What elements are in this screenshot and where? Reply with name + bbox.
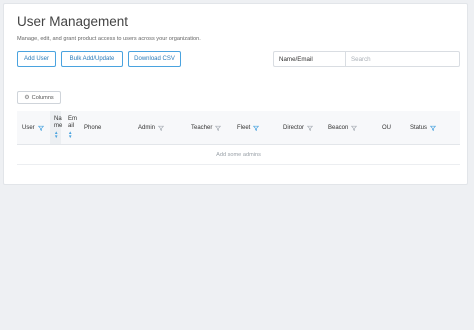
column-header-user-label: User bbox=[22, 124, 35, 131]
filter-icon[interactable] bbox=[158, 125, 165, 131]
bulk-add-update-button[interactable]: Bulk Add/Update bbox=[61, 51, 123, 67]
sort-icon[interactable]: ▲ ▼ bbox=[54, 130, 58, 140]
page-title: User Management bbox=[17, 14, 129, 29]
column-header-name[interactable]: Na me ▲ ▼ bbox=[54, 111, 62, 144]
column-header-beacon[interactable]: Beacon bbox=[328, 111, 358, 144]
table-header-row: User Na me ▲ ▼ Em ail ▲ ▼ Phone Admin Te… bbox=[17, 111, 460, 145]
filter-icon[interactable] bbox=[430, 125, 437, 131]
column-header-admin[interactable]: Admin bbox=[138, 111, 165, 144]
column-header-fleet-label: Fleet bbox=[237, 124, 251, 131]
search-field-select[interactable]: Name/Email bbox=[273, 51, 345, 67]
filter-icon[interactable] bbox=[307, 125, 314, 131]
column-header-status-label: Status bbox=[410, 124, 428, 131]
column-header-email-line2: ail bbox=[68, 122, 75, 129]
column-header-name-line2: me bbox=[54, 122, 63, 129]
columns-button[interactable]: ⚙ Columns bbox=[17, 91, 61, 104]
download-csv-button[interactable]: Download CSV bbox=[128, 51, 181, 67]
add-user-button[interactable]: Add User bbox=[17, 51, 56, 67]
column-header-email-line1: Em bbox=[68, 115, 77, 122]
column-header-teacher[interactable]: Teacher bbox=[191, 111, 222, 144]
column-header-email[interactable]: Em ail ▲ ▼ bbox=[68, 111, 77, 144]
column-header-admin-label: Admin bbox=[138, 124, 156, 131]
column-header-user[interactable]: User bbox=[22, 111, 44, 144]
column-header-teacher-label: Teacher bbox=[191, 124, 213, 131]
column-header-director-label: Director bbox=[283, 124, 305, 131]
column-header-director[interactable]: Director bbox=[283, 111, 314, 144]
user-management-card: User Management Manage, edit, and grant … bbox=[3, 3, 468, 185]
search-input[interactable] bbox=[345, 51, 460, 67]
page-subtitle: Manage, edit, and grant product access t… bbox=[17, 36, 201, 42]
filter-icon[interactable] bbox=[253, 125, 260, 131]
columns-button-label: Columns bbox=[31, 94, 54, 101]
column-header-phone: Phone bbox=[84, 111, 101, 144]
column-header-ou-label: OU bbox=[382, 124, 391, 131]
column-header-ou: OU bbox=[382, 111, 391, 144]
column-header-beacon-label: Beacon bbox=[328, 124, 349, 131]
sort-icon[interactable]: ▲ ▼ bbox=[68, 130, 72, 140]
gear-icon: ⚙ bbox=[24, 94, 30, 101]
filter-icon[interactable] bbox=[37, 125, 44, 131]
column-header-status[interactable]: Status bbox=[410, 111, 437, 144]
column-header-fleet[interactable]: Fleet bbox=[237, 111, 260, 144]
users-table: User Na me ▲ ▼ Em ail ▲ ▼ Phone Admin Te… bbox=[17, 111, 460, 165]
empty-table-message: Add some admins bbox=[17, 145, 460, 165]
filter-icon[interactable] bbox=[215, 125, 222, 131]
filter-icon[interactable] bbox=[351, 125, 358, 131]
column-header-phone-label: Phone bbox=[84, 124, 102, 131]
column-header-name-line1: Na bbox=[54, 115, 62, 122]
